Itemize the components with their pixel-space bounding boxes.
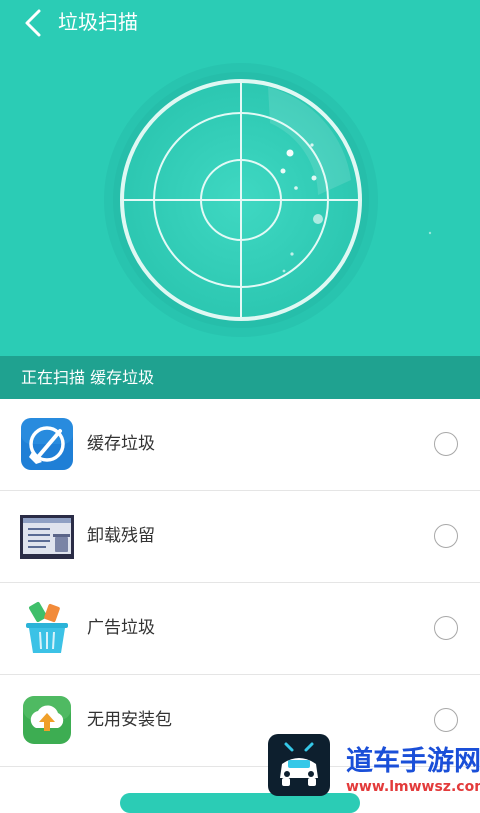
list-item-ad-junk[interactable]: 广告垃圾: [0, 583, 480, 675]
scan-status-bar: 正在扫描 缓存垃圾: [0, 356, 480, 399]
list-item-label: 无用安装包: [87, 710, 172, 730]
select-radio[interactable]: [434, 616, 458, 640]
scan-status-text: 正在扫描 缓存垃圾: [21, 368, 155, 387]
broom-clean-icon: [20, 417, 74, 471]
list-item-label: 卸载残留: [87, 526, 155, 546]
package-upload-icon: [20, 693, 74, 747]
scan-area: [0, 45, 480, 357]
list-item-uninstall-residue[interactable]: 卸载残留: [0, 491, 480, 583]
app-header: 垃圾扫描: [0, 0, 480, 45]
car-logo-icon: [268, 734, 330, 796]
bottom-action-button[interactable]: [120, 793, 360, 813]
list-item-label: 广告垃圾: [87, 618, 155, 638]
watermark-text: 道车手游网: [346, 746, 480, 777]
junk-category-list: 缓存垃圾 卸载残留 广告垃圾 无用安装包: [0, 399, 480, 767]
back-button[interactable]: [18, 6, 52, 40]
page-title: 垃圾扫描: [58, 10, 138, 34]
list-item-label: 缓存垃圾: [87, 434, 155, 454]
chevron-left-icon: [25, 9, 41, 37]
list-item-cache[interactable]: 缓存垃圾: [0, 399, 480, 491]
select-radio[interactable]: [434, 524, 458, 548]
select-radio[interactable]: [434, 708, 458, 732]
select-radio[interactable]: [434, 432, 458, 456]
trash-basket-icon: [20, 601, 74, 655]
radar-scanner: [104, 63, 432, 337]
uninstall-residue-icon: [20, 509, 74, 563]
watermark-url: www.lmwwsz.com: [346, 779, 480, 795]
